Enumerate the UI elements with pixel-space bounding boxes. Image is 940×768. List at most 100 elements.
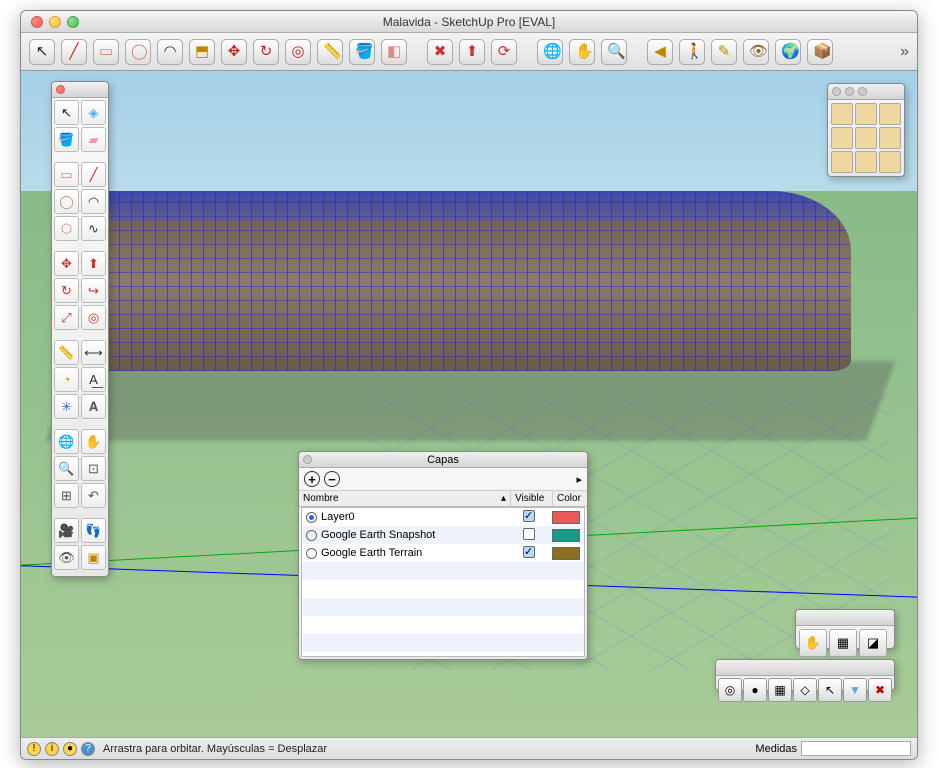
3dtext-button[interactable]: 𝐀: [81, 394, 106, 419]
orbit-tool[interactable]: 🌐: [537, 39, 563, 65]
layer-color-swatch[interactable]: [552, 529, 580, 542]
make-component[interactable]: ✖: [427, 39, 453, 65]
eraser-button[interactable]: ▰: [81, 127, 106, 152]
style-3-button[interactable]: [879, 103, 901, 125]
layers-menu-icon[interactable]: ▸: [576, 473, 582, 486]
remove-layer-button[interactable]: −: [324, 471, 340, 487]
globe-button[interactable]: ●: [743, 678, 767, 702]
zoom-button[interactable]: 🔍: [54, 456, 79, 481]
close-window-button[interactable]: [31, 16, 43, 28]
polygon-button[interactable]: ⬡: [54, 216, 79, 241]
scale-button[interactable]: ⤢: [54, 305, 79, 330]
prev-button[interactable]: ↶: [81, 483, 106, 508]
status-icon-3[interactable]: ●: [63, 742, 77, 756]
dimension-button[interactable]: ⟷: [81, 340, 106, 365]
zoomwin-button[interactable]: ⊡: [81, 456, 106, 481]
scale-tool[interactable]: ⬆: [459, 39, 485, 65]
status-icon-2[interactable]: i: [45, 742, 59, 756]
grid-button[interactable]: ▦: [768, 678, 792, 702]
walk-button[interactable]: 👣: [81, 518, 106, 543]
layers-header[interactable]: Capas: [299, 452, 587, 468]
sort-icon[interactable]: ▴: [501, 493, 506, 504]
move-tool[interactable]: ✥: [221, 39, 247, 65]
paint-tool[interactable]: 🪣: [349, 39, 375, 65]
style-6-button[interactable]: [879, 127, 901, 149]
circle-button[interactable]: ◯: [54, 189, 79, 214]
styles-palette[interactable]: [827, 83, 905, 177]
pushpull-button[interactable]: ⬆: [81, 251, 106, 276]
earth-tool[interactable]: 🌍: [775, 39, 801, 65]
tape-tool[interactable]: 📏: [317, 39, 343, 65]
add-layer-button[interactable]: +: [304, 471, 320, 487]
section-button[interactable]: ▣: [81, 545, 106, 570]
position-button[interactable]: 🎥: [54, 518, 79, 543]
layer-visible-checkbox[interactable]: [523, 546, 535, 558]
axes-button[interactable]: ✳: [54, 394, 79, 419]
rotate-tool[interactable]: ↻: [253, 39, 279, 65]
layers-column-headers[interactable]: Nombre▴ Visible Color: [299, 491, 587, 507]
styles-close-icon[interactable]: [832, 87, 841, 96]
style-1-button[interactable]: [831, 103, 853, 125]
pushpull-button[interactable]: ◪: [859, 629, 887, 657]
paint-button[interactable]: 🪣: [54, 127, 79, 152]
style-4-button[interactable]: [831, 127, 853, 149]
cut-button[interactable]: ▼: [843, 678, 867, 702]
circle-tool[interactable]: ◯: [125, 39, 151, 65]
walk-tool[interactable]: 🚶: [679, 39, 705, 65]
style-8-button[interactable]: [855, 151, 877, 173]
line-button[interactable]: ╱: [81, 162, 106, 187]
refresh-tool[interactable]: ⟳: [491, 39, 517, 65]
style-9-button[interactable]: [879, 151, 901, 173]
arc-button[interactable]: ◠: [81, 189, 106, 214]
layer-row[interactable]: Layer0: [302, 508, 584, 526]
orbit-button[interactable]: 🌐: [54, 429, 79, 454]
pan-tool[interactable]: ✋: [569, 39, 595, 65]
titlebar[interactable]: Malavida - SketchUp Pro [EVAL]: [21, 11, 917, 33]
styles-header[interactable]: [828, 84, 904, 100]
sandbox-header[interactable]: [796, 610, 894, 626]
component-button[interactable]: ◈: [81, 100, 106, 125]
toolbar-overflow-icon[interactable]: »: [900, 43, 909, 61]
pushpull-tool[interactable]: ⬒: [189, 39, 215, 65]
section-tool[interactable]: ✎: [711, 39, 737, 65]
col-visible[interactable]: Visible: [511, 491, 553, 506]
layer-radio[interactable]: [306, 512, 317, 523]
building-model[interactable]: [71, 191, 851, 371]
rotate-button[interactable]: ↻: [54, 278, 79, 303]
move-button[interactable]: ✥: [54, 251, 79, 276]
offset-tool[interactable]: ◎: [285, 39, 311, 65]
text-button[interactable]: A͟: [81, 367, 106, 392]
layers-panel[interactable]: Capas + − ▸ Nombre▴ Visible Color Layer0…: [298, 451, 588, 660]
help-icon[interactable]: ?: [81, 742, 95, 756]
layer-color-swatch[interactable]: [552, 511, 580, 524]
layer-color-swatch[interactable]: [552, 547, 580, 560]
layer-radio[interactable]: [306, 548, 317, 559]
close-button[interactable]: ✖: [868, 678, 892, 702]
select-button[interactable]: ↖: [54, 100, 79, 125]
arc-tool[interactable]: ◠: [157, 39, 183, 65]
tool-palette[interactable]: ↖◈🪣▰▭╱◯◠⬡∿✥⬆↻↪⤢◎📏⟷◔A͟✳𝐀🌐✋🔍⊡⊞↶🎥👣👁▣: [51, 81, 109, 577]
zoom-tool[interactable]: 🔍: [601, 39, 627, 65]
export-tool[interactable]: 📦: [807, 39, 833, 65]
followme-button[interactable]: ↪: [81, 278, 106, 303]
minimize-window-button[interactable]: [49, 16, 61, 28]
look-button[interactable]: 👁: [54, 545, 79, 570]
measurements-input[interactable]: [801, 741, 911, 756]
sandbox-palette[interactable]: ✋▦◪: [795, 609, 895, 649]
zoom-window-button[interactable]: [67, 16, 79, 28]
pan-button[interactable]: ✋: [799, 629, 827, 657]
cursor-button[interactable]: ↖: [818, 678, 842, 702]
status-icon-1[interactable]: !: [27, 742, 41, 756]
styles-zoom-icon[interactable]: [858, 87, 867, 96]
style-2-button[interactable]: [855, 103, 877, 125]
tape-button[interactable]: 📏: [54, 340, 79, 365]
tool-palette-header[interactable]: [52, 82, 108, 98]
nav-palette[interactable]: ◎●▦◇↖▼✖: [715, 659, 895, 691]
style-5-button[interactable]: [855, 127, 877, 149]
freehand-button[interactable]: ∿: [81, 216, 106, 241]
nav-button[interactable]: ◇: [793, 678, 817, 702]
style-7-button[interactable]: [831, 151, 853, 173]
rect-button[interactable]: ▭: [54, 162, 79, 187]
camera-prev[interactable]: ◀: [647, 39, 673, 65]
protractor-button[interactable]: ◔: [54, 367, 79, 392]
